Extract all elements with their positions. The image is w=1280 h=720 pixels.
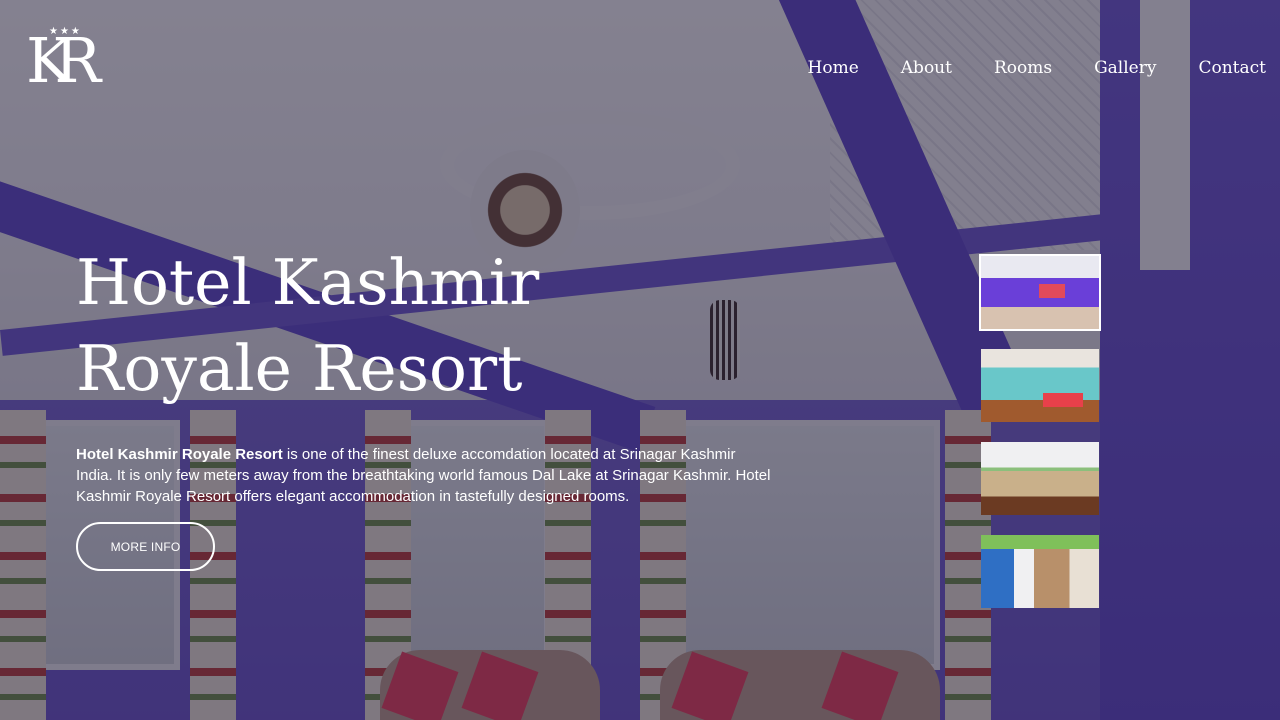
thumbnail-image <box>981 256 1099 329</box>
thumbnail-image <box>981 442 1099 515</box>
more-info-button[interactable]: MORE INFO <box>76 522 215 571</box>
gallery-thumbnails <box>979 254 1101 626</box>
thumbnail-2[interactable] <box>979 347 1101 424</box>
hero-section: ★★★ KR Home About Rooms Gallery Contact … <box>0 0 1280 720</box>
hero-description: Hotel Kashmir Royale Resort is one of th… <box>76 444 776 507</box>
hero-title-line1: Hotel Kashmir <box>76 246 540 319</box>
thumbnail-1[interactable] <box>979 254 1101 331</box>
thumbnail-image <box>981 349 1099 422</box>
logo-mark: KR <box>26 24 101 97</box>
nav-about[interactable]: About <box>901 58 952 78</box>
logo[interactable]: ★★★ KR <box>26 26 112 96</box>
thumbnail-4[interactable] <box>979 533 1101 610</box>
nav-home[interactable]: Home <box>808 58 859 78</box>
nav-contact[interactable]: Contact <box>1198 58 1266 78</box>
thumbnail-3[interactable] <box>979 440 1101 517</box>
hero-description-bold: Hotel Kashmir Royale Resort <box>76 446 283 463</box>
hero-title-line2: Royale Resort <box>76 332 523 405</box>
hero-title: Hotel Kashmir Royale Resort <box>76 240 676 412</box>
thumbnail-image <box>981 535 1099 608</box>
main-nav: Home About Rooms Gallery Contact <box>808 58 1266 78</box>
nav-rooms[interactable]: Rooms <box>994 58 1052 78</box>
nav-gallery[interactable]: Gallery <box>1094 58 1156 78</box>
